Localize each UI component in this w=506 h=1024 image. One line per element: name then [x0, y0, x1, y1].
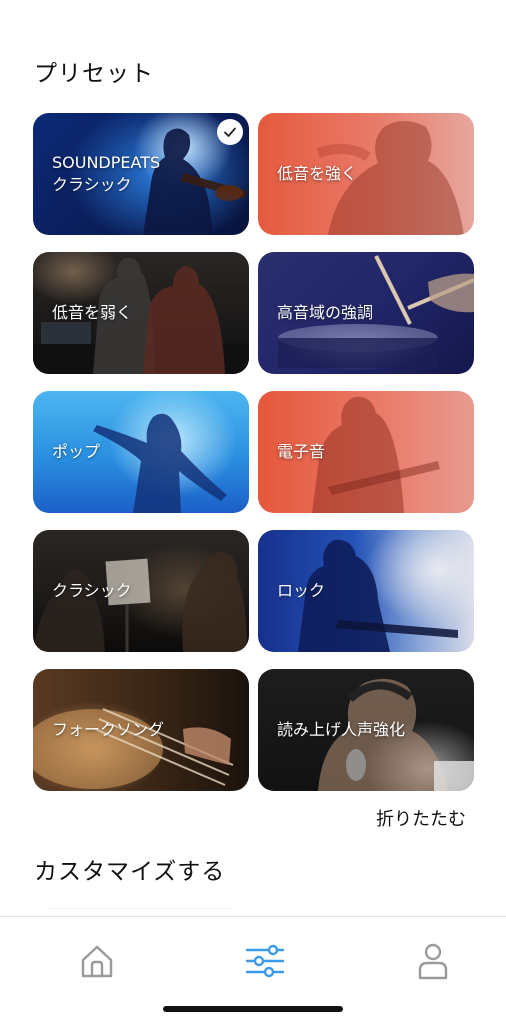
preset-label: 高音域の強調: [277, 302, 462, 324]
collapse-presets-button[interactable]: 折りたたむ: [376, 805, 466, 831]
preset-label-line1: ロック: [277, 581, 326, 600]
preset-card-pop[interactable]: ポップ: [33, 391, 249, 513]
home-icon: [81, 945, 113, 978]
preset-label: SOUNDPEATS クラシック: [52, 152, 237, 196]
preset-label: 電子音: [277, 441, 462, 463]
tab-home[interactable]: [77, 941, 117, 981]
preset-card-folk[interactable]: フォークソング: [33, 669, 249, 791]
preset-label-line1: 低音を弱く: [52, 303, 133, 322]
preset-label-line1: 低音を強く: [277, 164, 358, 183]
sliders-icon: [245, 944, 285, 978]
preset-card-soundpeats-classic[interactable]: SOUNDPEATS クラシック: [33, 113, 249, 235]
preset-card-rock[interactable]: ロック: [258, 530, 474, 652]
tab-profile[interactable]: [413, 941, 453, 981]
preset-label-line1: クラシック: [52, 581, 132, 600]
preset-card-bass-reduce[interactable]: 低音を弱く: [33, 252, 249, 374]
preset-card-voice-enhance[interactable]: 読み上げ人声強化: [258, 669, 474, 791]
preset-card-electronic[interactable]: 電子音: [258, 391, 474, 513]
tab-equalizer[interactable]: [245, 941, 285, 981]
preset-label: 低音を強く: [277, 163, 462, 185]
preset-label-line1: ポップ: [52, 442, 101, 461]
preset-label-line2: クラシック: [52, 175, 132, 194]
divider: [50, 908, 230, 909]
preset-label-line1: フォークソング: [52, 720, 165, 739]
preset-label-line1: 電子音: [277, 442, 326, 461]
preset-card-classic[interactable]: クラシック: [33, 530, 249, 652]
preset-card-treble-boost[interactable]: 高音域の強調: [258, 252, 474, 374]
preset-label: ポップ: [52, 441, 237, 463]
preset-label-line1: 高音域の強調: [277, 303, 374, 322]
preset-label: 低音を弱く: [52, 302, 237, 324]
preset-card-bass-boost[interactable]: 低音を強く: [258, 113, 474, 235]
preset-grid: SOUNDPEATS クラシック 低音を強く 低音を弱く 高音域の強調 ポップ …: [33, 113, 474, 791]
preset-label-line1: SOUNDPEATS: [52, 153, 161, 172]
home-indicator: [163, 1006, 343, 1012]
eq-preset-screen: プリセット SOUNDPEATS クラシック 低音を強く 低音を弱く 高音域の強…: [0, 0, 506, 1024]
person-icon: [418, 943, 448, 980]
presets-section-title: プリセット: [34, 61, 154, 87]
preset-label: ロック: [277, 580, 462, 602]
selected-checkmark-icon: [217, 119, 243, 145]
customize-section-title: カスタマイズする: [34, 859, 226, 885]
preset-label: フォークソング: [52, 719, 237, 741]
preset-label: 読み上げ人声強化: [277, 719, 462, 741]
preset-label: クラシック: [52, 580, 237, 602]
preset-label-line1: 読み上げ人声強化: [277, 720, 406, 739]
